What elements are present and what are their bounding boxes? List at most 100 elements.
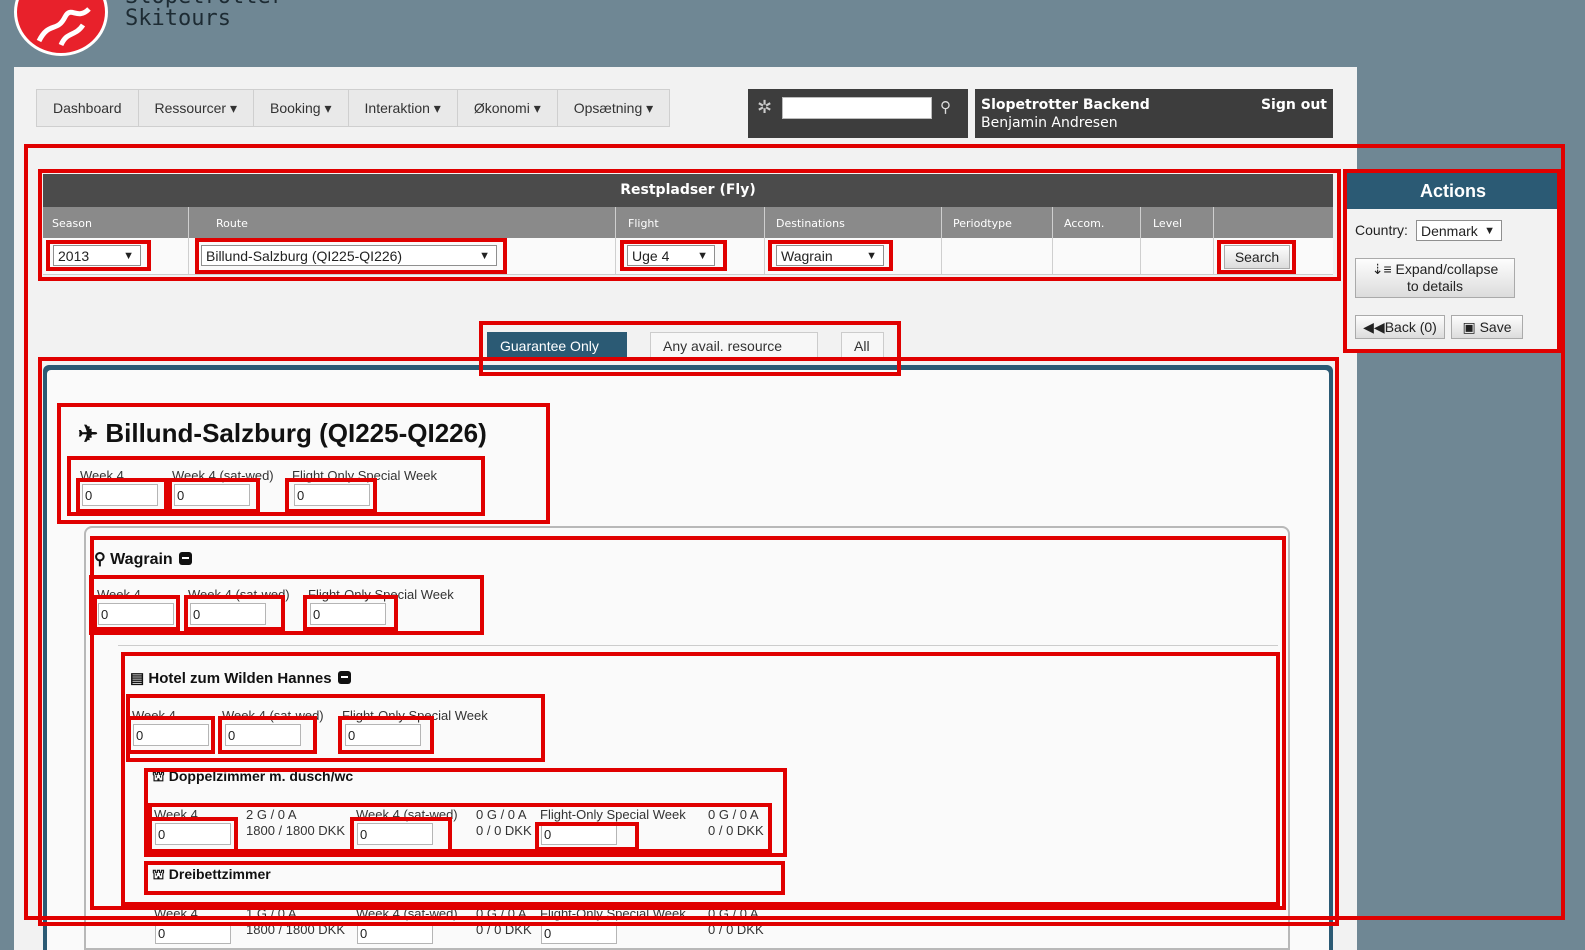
room1-p-satwed: 0 / 0 DKK xyxy=(476,823,532,838)
bed-icon: ⛫ xyxy=(152,768,165,784)
collapse-icon[interactable] xyxy=(337,671,351,684)
col-destinations: Destinations xyxy=(776,217,845,230)
route-heading: ✈ Billund-Salzburg (QI225-QI226) xyxy=(78,418,487,449)
room2-p-satwed: 0 / 0 DKK xyxy=(476,922,532,937)
route-label-week4: Week 4 xyxy=(80,468,124,483)
room2-input-satwed[interactable]: 0 xyxy=(357,922,433,944)
dest-label-week4: Week 4 xyxy=(97,587,141,602)
search-input[interactable] xyxy=(782,97,932,119)
nav-opsaetning[interactable]: Opsætning ▾ xyxy=(558,90,669,126)
col-divider xyxy=(188,207,189,274)
search-button[interactable]: Search xyxy=(1224,245,1290,269)
season-select[interactable]: 2013 ▼ xyxy=(53,245,141,266)
room2-g-satwed: 0 G / 0 A xyxy=(476,906,527,921)
room2-heading: ⛫ Dreibettzimmer xyxy=(152,866,271,885)
destination-value: Wagrain xyxy=(781,248,833,264)
search-bar: ✲ ⚲ xyxy=(748,89,968,138)
col-divider xyxy=(1052,207,1053,274)
dest-label-satwed: Week 4 (sat-wed) xyxy=(188,587,290,602)
floppy-icon: ▣ xyxy=(1462,319,1476,335)
flight-value: Uge 4 xyxy=(632,248,670,264)
chevron-down-icon: ▼ xyxy=(697,250,708,262)
col-flight: Flight xyxy=(628,217,659,230)
room1-heading: ⛫ Doppelzimmer m. dusch/wc xyxy=(152,768,353,787)
hotel-input-special[interactable]: 0 xyxy=(345,724,421,746)
expand-collapse-button[interactable]: ⇣≡ Expand/collapse to details xyxy=(1355,258,1515,298)
chevron-down-icon: ▼ xyxy=(479,250,490,262)
skier-logo-icon xyxy=(36,7,91,47)
route-label-satwed: Week 4 (sat-wed) xyxy=(172,468,274,483)
room1-g-satwed: 0 G / 0 A xyxy=(476,807,527,822)
col-divider xyxy=(615,207,616,274)
col-divider xyxy=(941,207,942,274)
hotel-title: Hotel zum Wilden Hannes xyxy=(148,670,332,687)
route-title: Billund-Salzburg (QI225-QI226) xyxy=(105,418,487,448)
hotel-heading: ▤ Hotel zum Wilden Hannes xyxy=(130,669,351,687)
divider xyxy=(118,645,1278,646)
room2-label-week4: Week 4 xyxy=(154,906,198,921)
nav-dashboard[interactable]: Dashboard xyxy=(37,90,139,126)
room2-g-special: 0 G / 0 A xyxy=(708,906,759,921)
room2-label-satwed: Week 4 (sat-wed) xyxy=(356,906,458,921)
room1-title: Doppelzimmer m. dusch/wc xyxy=(168,768,354,784)
room2-title: Dreibettzimmer xyxy=(168,866,271,882)
room2-p-week4: 1800 / 1800 DKK xyxy=(246,922,346,937)
user-name: Benjamin Andresen xyxy=(981,115,1118,131)
route-value: Billund-Salzburg (QI225-QI226) xyxy=(206,248,403,264)
hotel-label-week4: Week 4 xyxy=(132,708,176,723)
flight-select[interactable]: Uge 4 ▼ xyxy=(627,245,715,266)
col-route: Route xyxy=(216,217,248,230)
room1-input-special[interactable]: 0 xyxy=(541,823,617,845)
room2-input-week4[interactable]: 0 xyxy=(155,922,231,944)
destination-select[interactable]: Wagrain ▼ xyxy=(776,245,884,266)
room1-p-special: 0 / 0 DKK xyxy=(708,823,764,838)
tab-all[interactable]: All xyxy=(841,332,884,358)
building-icon: ▤ xyxy=(130,670,145,687)
route-select[interactable]: Billund-Salzburg (QI225-QI226) ▼ xyxy=(201,245,497,266)
hotel-label-satwed: Week 4 (sat-wed) xyxy=(222,708,324,723)
route-input-satwed[interactable]: 0 xyxy=(174,484,250,506)
dest-input-week4[interactable]: 0 xyxy=(98,603,174,625)
hotel-label-special: Flight-Only Special Week xyxy=(342,708,488,723)
country-select[interactable]: Denmark ▼ xyxy=(1416,220,1502,241)
back-label: Back (0) xyxy=(1384,319,1437,335)
gear-icon[interactable]: ✲ xyxy=(757,97,772,118)
tab-guarantee-only[interactable]: Guarantee Only xyxy=(487,332,627,358)
room1-label-special: Flight-Only Special Week xyxy=(540,807,686,822)
col-level: Level xyxy=(1153,217,1183,230)
nav-interaktion[interactable]: Interaktion ▾ xyxy=(349,90,458,126)
actions-title: Actions xyxy=(1347,173,1559,209)
hotel-input-week4[interactable]: 0 xyxy=(133,724,209,746)
dest-input-satwed[interactable]: 0 xyxy=(190,603,266,625)
sign-out-link[interactable]: Sign out xyxy=(1261,97,1327,113)
bed-icon: ⛫ xyxy=(152,866,165,882)
expand-label-2: to details xyxy=(1406,278,1464,294)
brand-logo[interactable] xyxy=(14,0,108,56)
expand-label-1: Expand/collapse xyxy=(1395,261,1499,277)
room1-input-week4[interactable]: 0 xyxy=(155,823,231,845)
chevron-down-icon: ▼ xyxy=(1484,225,1495,237)
chevron-down-icon: ▼ xyxy=(866,250,877,262)
country-value: Denmark xyxy=(1421,223,1478,239)
route-input-special[interactable]: 0 xyxy=(294,484,370,506)
room1-input-satwed[interactable]: 0 xyxy=(357,823,433,845)
room2-input-special[interactable]: 0 xyxy=(541,922,617,944)
route-label-special: Flight Only Special Week xyxy=(292,468,437,483)
room2-p-special: 0 / 0 DKK xyxy=(708,922,764,937)
nav-okonomi[interactable]: Økonomi ▾ xyxy=(458,90,558,126)
save-button[interactable]: ▣ Save xyxy=(1451,315,1523,339)
room1-p-week4: 1800 / 1800 DKK xyxy=(246,823,346,838)
route-input-week4[interactable]: 0 xyxy=(82,484,158,506)
nav-ressourcer[interactable]: Ressourcer ▾ xyxy=(139,90,254,126)
brand-line2: Skitours xyxy=(125,6,231,31)
dest-input-special[interactable]: 0 xyxy=(310,603,386,625)
destination-heading: ⚲ Wagrain xyxy=(94,549,192,569)
search-icon[interactable]: ⚲ xyxy=(940,98,951,116)
collapse-icon[interactable] xyxy=(178,552,192,565)
hotel-input-satwed[interactable]: 0 xyxy=(225,724,301,746)
tab-any-avail-resource[interactable]: Any avail. resource xyxy=(650,332,818,358)
plane-icon: ✈ xyxy=(78,421,99,448)
back-button[interactable]: ◀◀Back (0) xyxy=(1355,315,1445,339)
room2-g-week4: 1 G / 0 A xyxy=(246,906,297,921)
nav-booking[interactable]: Booking ▾ xyxy=(254,90,349,126)
